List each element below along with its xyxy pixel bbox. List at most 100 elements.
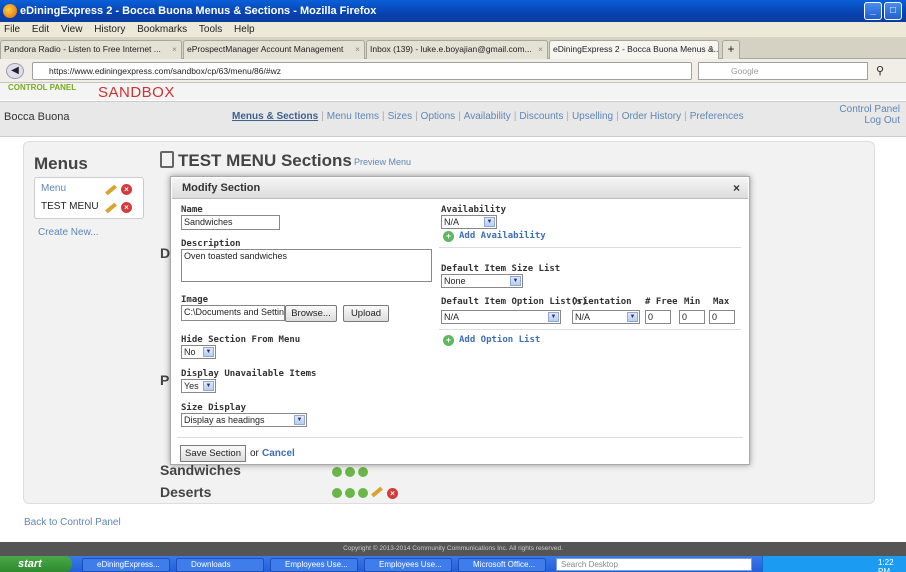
- section-actions: [332, 466, 371, 478]
- image-label: Image: [181, 295, 209, 305]
- control-panel-logo[interactable]: CONTROL PANEL: [8, 83, 76, 92]
- navigation-bar: ◀ https://www.ediningexpress.com/sandbox…: [0, 59, 906, 83]
- menu-tools[interactable]: Tools: [199, 24, 222, 35]
- search-icon[interactable]: ⚲: [876, 64, 884, 77]
- edit-pencil-icon[interactable]: [105, 202, 117, 214]
- back-arrow-icon[interactable]: ◀: [6, 63, 24, 79]
- task-downloads[interactable]: Downloads: [176, 558, 264, 572]
- free-input[interactable]: 0: [645, 310, 671, 324]
- close-tab-icon[interactable]: ×: [709, 41, 714, 58]
- nav-order-history[interactable]: Order History: [622, 111, 681, 122]
- menu-item-test-menu[interactable]: TEST MENU: [41, 201, 99, 212]
- tab-eprospect[interactable]: eProspectManager Account Management ×: [183, 40, 365, 59]
- option-list-select[interactable]: N/A ▼: [441, 310, 561, 324]
- nav-availability[interactable]: Availability: [464, 111, 511, 122]
- add-availability-icon[interactable]: +: [443, 231, 454, 242]
- search-box[interactable]: Google: [698, 62, 868, 80]
- move-up-icon[interactable]: [332, 467, 342, 478]
- close-tab-icon[interactable]: ×: [355, 41, 360, 58]
- add-item-icon[interactable]: [358, 488, 368, 499]
- close-tab-icon[interactable]: ×: [172, 41, 177, 58]
- default-option-label: Default Item Option List(s): [441, 297, 588, 307]
- edit-pencil-icon[interactable]: [371, 486, 383, 498]
- dialog-title: Modify Section: [182, 182, 261, 194]
- edit-pencil-icon[interactable]: [105, 184, 117, 196]
- business-name: Bocca Buona: [4, 111, 70, 123]
- browse-button[interactable]: Browse...: [285, 305, 337, 322]
- control-panel-link[interactable]: Control Panel: [839, 104, 900, 115]
- back-to-control-panel-link[interactable]: Back to Control Panel: [24, 517, 121, 528]
- desktop-search-input[interactable]: Search Desktop: [556, 558, 752, 571]
- hide-section-select[interactable]: No ▼: [181, 345, 216, 359]
- delete-icon[interactable]: ×: [387, 488, 398, 499]
- add-item-icon[interactable]: [358, 467, 368, 478]
- delete-icon[interactable]: ×: [121, 184, 132, 195]
- close-tab-icon[interactable]: ×: [538, 41, 543, 58]
- image-path-input[interactable]: C:\Documents and Settin: [181, 305, 285, 321]
- display-unavailable-select[interactable]: Yes ▼: [181, 379, 216, 393]
- menu-history[interactable]: History: [94, 24, 125, 35]
- chevron-down-icon: ▼: [294, 415, 305, 425]
- description-label: Description: [181, 239, 241, 249]
- maximize-button[interactable]: □: [884, 2, 902, 20]
- menu-edit[interactable]: Edit: [32, 24, 49, 35]
- menu-file[interactable]: File: [4, 24, 20, 35]
- menu-item-menu[interactable]: Menu: [41, 183, 66, 194]
- chevron-down-icon: ▼: [548, 312, 559, 322]
- preview-menu-link[interactable]: Preview Menu: [354, 157, 411, 167]
- add-availability-link[interactable]: Add Availability: [459, 231, 546, 241]
- tab-inbox[interactable]: Inbox (139) - luke.e.boyajian@gmail.com.…: [366, 40, 548, 59]
- task-employees-1[interactable]: Employees Use...: [270, 558, 358, 572]
- nav-upselling[interactable]: Upselling: [572, 111, 613, 122]
- task-employees-2[interactable]: Employees Use...: [364, 558, 452, 572]
- nav-menus-sections[interactable]: Menus & Sections: [232, 111, 318, 122]
- select-value: None: [444, 276, 466, 286]
- tab-ediningexpress[interactable]: eDiningExpress 2 - Bocca Buona Menus &..…: [549, 40, 719, 59]
- close-icon[interactable]: ×: [733, 181, 740, 195]
- max-label: Max: [713, 297, 730, 307]
- nav-discounts[interactable]: Discounts: [519, 111, 563, 122]
- document-icon: [160, 151, 174, 168]
- description-textarea[interactable]: Oven toasted sandwiches: [181, 249, 432, 282]
- orientation-select[interactable]: N/A ▼: [572, 310, 640, 324]
- menu-help[interactable]: Help: [234, 24, 255, 35]
- url-bar[interactable]: https://www.ediningexpress.com/sandbox/c…: [32, 62, 692, 80]
- move-up-icon[interactable]: [332, 488, 342, 499]
- add-option-list-icon[interactable]: +: [443, 335, 454, 346]
- log-out-link[interactable]: Log Out: [839, 115, 900, 126]
- create-new-link[interactable]: Create New...: [38, 227, 99, 238]
- upload-button[interactable]: Upload: [343, 305, 389, 322]
- nav-options[interactable]: Options: [421, 111, 455, 122]
- add-option-list-link[interactable]: Add Option List: [459, 335, 540, 345]
- menu-bookmarks[interactable]: Bookmarks: [137, 24, 187, 35]
- move-down-icon[interactable]: [345, 467, 355, 478]
- name-input[interactable]: Sandwiches: [181, 215, 280, 230]
- nav-sizes[interactable]: Sizes: [388, 111, 412, 122]
- min-input[interactable]: 0: [679, 310, 705, 324]
- task-ediningexpress[interactable]: eDiningExpress...: [82, 558, 170, 572]
- max-input[interactable]: 0: [709, 310, 735, 324]
- minimize-button[interactable]: _: [864, 2, 882, 20]
- save-section-button[interactable]: Save Section: [180, 445, 246, 462]
- nav-menu-items[interactable]: Menu Items: [327, 111, 379, 122]
- default-size-label: Default Item Size List: [441, 264, 561, 274]
- select-value: N/A: [444, 312, 460, 322]
- size-display-select[interactable]: Display as headings ▼: [181, 413, 307, 427]
- delete-icon[interactable]: ×: [121, 202, 132, 213]
- nav-preferences[interactable]: Preferences: [690, 111, 744, 122]
- start-button[interactable]: start: [0, 556, 72, 572]
- nav-links: Menus & Sections | Menu Items | Sizes | Option…: [232, 111, 744, 122]
- tab-pandora[interactable]: Pandora Radio - Listen to Free Internet …: [0, 40, 182, 59]
- default-size-select[interactable]: None ▼: [441, 274, 523, 288]
- task-microsoft-office[interactable]: Microsoft Office...: [458, 558, 546, 572]
- availability-select[interactable]: N/A ▼: [441, 215, 497, 229]
- chevron-down-icon: ▼: [484, 217, 495, 227]
- divider: [439, 329, 741, 330]
- new-tab-button[interactable]: +: [722, 40, 740, 59]
- clock: 1:22 PM: [878, 558, 894, 572]
- move-down-icon[interactable]: [345, 488, 355, 499]
- menu-view[interactable]: View: [61, 24, 83, 35]
- cancel-link[interactable]: Cancel: [262, 448, 295, 459]
- select-value: Display as headings: [184, 415, 265, 425]
- min-label: Min: [684, 297, 701, 307]
